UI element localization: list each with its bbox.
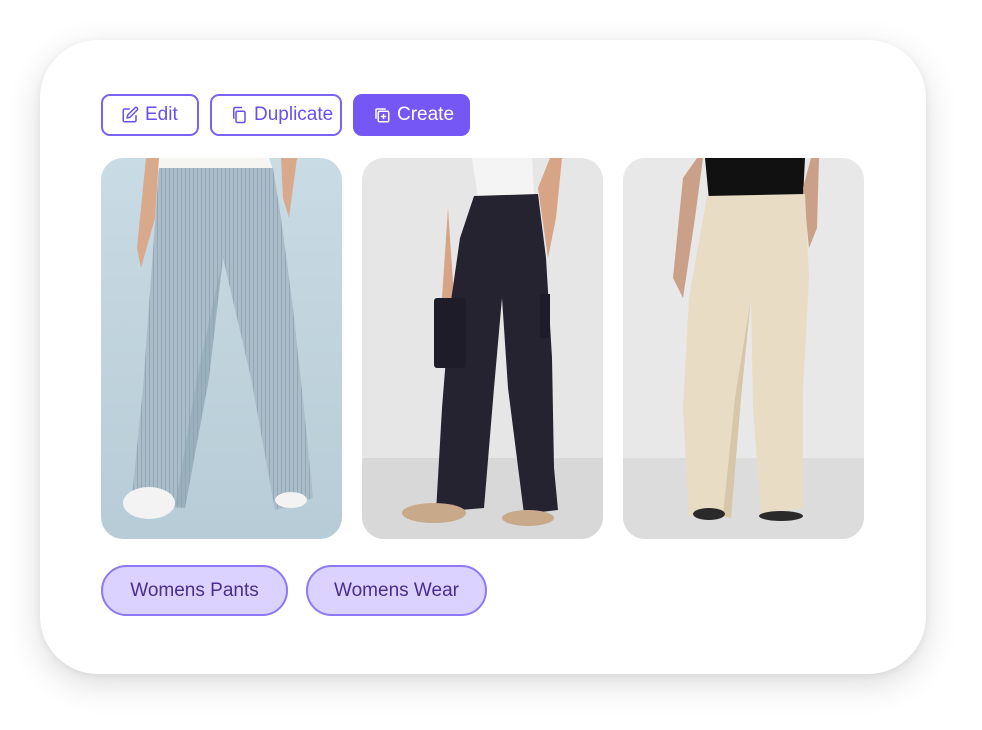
add-copy-icon <box>373 106 391 124</box>
create-button[interactable]: Create <box>353 94 470 136</box>
product-image[interactable] <box>623 158 864 539</box>
edit-icon <box>121 106 139 124</box>
edit-label: Edit <box>145 104 178 125</box>
create-label: Create <box>397 104 455 125</box>
action-toolbar: Edit Duplicate Create <box>101 94 470 136</box>
duplicate-button[interactable]: Duplicate <box>210 94 342 136</box>
edit-button[interactable]: Edit <box>101 94 199 136</box>
tag-womens-wear[interactable]: Womens Wear <box>306 565 487 616</box>
tag-womens-pants[interactable]: Womens Pants <box>101 565 288 616</box>
tag-list: Womens Pants Womens Wear <box>101 565 487 616</box>
product-image[interactable] <box>101 158 342 539</box>
copy-icon <box>230 106 248 124</box>
duplicate-label: Duplicate <box>254 104 334 125</box>
black-cargo-pants-icon <box>362 158 603 539</box>
product-image[interactable] <box>362 158 603 539</box>
product-gallery <box>101 158 864 539</box>
light-blue-pants-icon <box>101 158 342 539</box>
product-card: Edit Duplicate Create Womens Pants Women… <box>40 40 926 674</box>
beige-pants-icon <box>623 158 864 539</box>
